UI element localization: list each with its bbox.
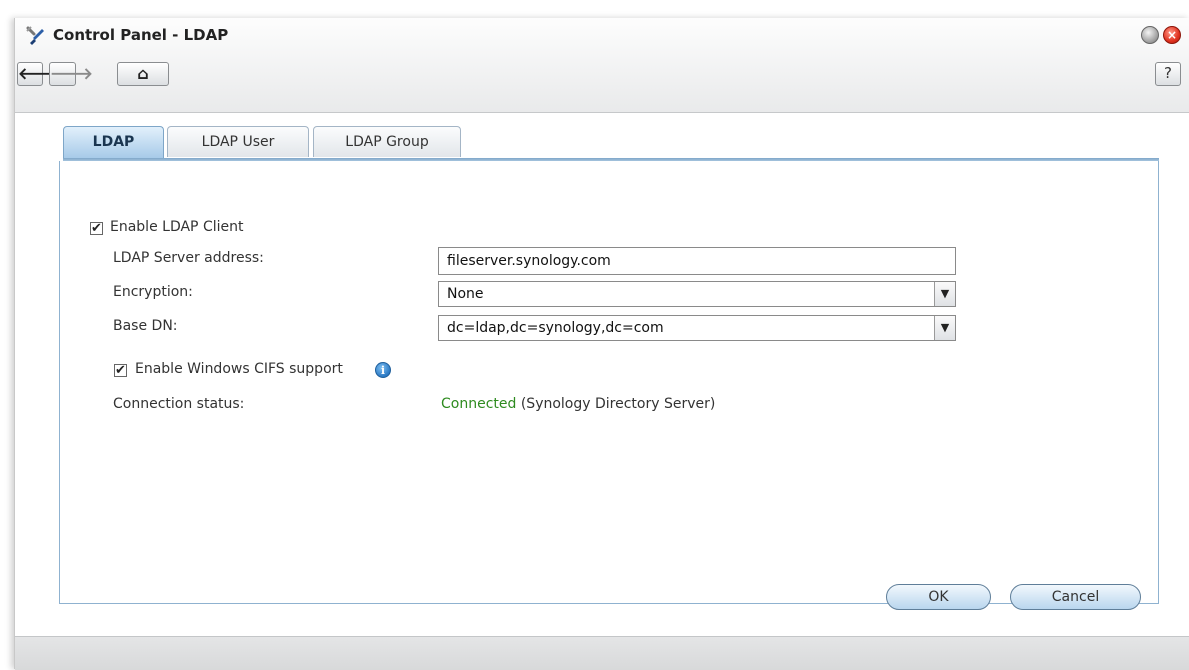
cifs-support-checkbox[interactable]: ✔ — [114, 364, 127, 377]
checkmark-icon: ✔ — [115, 363, 126, 378]
connection-state: Connected — [441, 396, 517, 412]
tools-icon — [26, 26, 44, 45]
encryption-label: Encryption: — [113, 284, 193, 300]
encryption-value: None — [447, 286, 484, 302]
home-button[interactable]: ⌂ — [117, 62, 169, 86]
forward-arrow-icon: 🡒 — [50, 64, 93, 83]
chevron-down-icon: ▼ — [934, 316, 955, 340]
control-panel-window: Control Panel - LDAP × 🡐 🡒 ⌂ ? LDAP LDAP… — [14, 18, 1189, 670]
chevron-down-icon: ▼ — [934, 282, 955, 306]
ok-button[interactable]: OK — [886, 584, 991, 610]
cancel-button[interactable]: Cancel — [1010, 584, 1141, 610]
close-button[interactable]: × — [1163, 26, 1181, 44]
title-bar: Control Panel - LDAP × 🡐 🡒 ⌂ ? — [15, 18, 1189, 113]
tab-ldap-user[interactable]: LDAP User — [167, 126, 309, 157]
server-address-input[interactable] — [438, 247, 956, 275]
forward-button[interactable]: 🡒 — [49, 62, 93, 86]
info-icon[interactable]: i — [375, 362, 391, 378]
ldap-settings-panel: ✔ Enable LDAP Client LDAP Server address… — [59, 161, 1159, 610]
home-icon: ⌂ — [137, 64, 149, 83]
cifs-support-label: Enable Windows CIFS support — [135, 361, 343, 377]
base-dn-label: Base DN: — [113, 318, 178, 334]
back-button[interactable]: 🡐 — [17, 62, 61, 86]
server-address-label: LDAP Server address: — [113, 250, 264, 266]
connection-status-label: Connection status: — [113, 396, 245, 412]
minimize-button[interactable] — [1141, 26, 1159, 44]
tab-bar: LDAP LDAP User LDAP Group — [63, 126, 1163, 159]
window-title: Control Panel - LDAP — [53, 26, 229, 44]
close-icon: × — [1166, 28, 1178, 42]
enable-ldap-client-label: Enable LDAP Client — [110, 219, 244, 235]
checkmark-icon: ✔ — [91, 221, 102, 236]
base-dn-select[interactable]: dc=ldap,dc=synology,dc=com ▼ — [438, 315, 956, 341]
status-bar — [15, 636, 1189, 670]
help-icon: ? — [1164, 64, 1172, 82]
enable-ldap-client-checkbox[interactable]: ✔ — [90, 222, 103, 235]
encryption-select[interactable]: None ▼ — [438, 281, 956, 307]
tab-ldap-group[interactable]: LDAP Group — [313, 126, 461, 157]
tab-ldap[interactable]: LDAP — [63, 126, 164, 159]
connection-detail: (Synology Directory Server) — [520, 396, 716, 412]
connection-status-value: Connected (Synology Directory Server) — [441, 396, 715, 412]
help-button[interactable]: ? — [1155, 62, 1181, 86]
base-dn-value: dc=ldap,dc=synology,dc=com — [447, 320, 664, 336]
